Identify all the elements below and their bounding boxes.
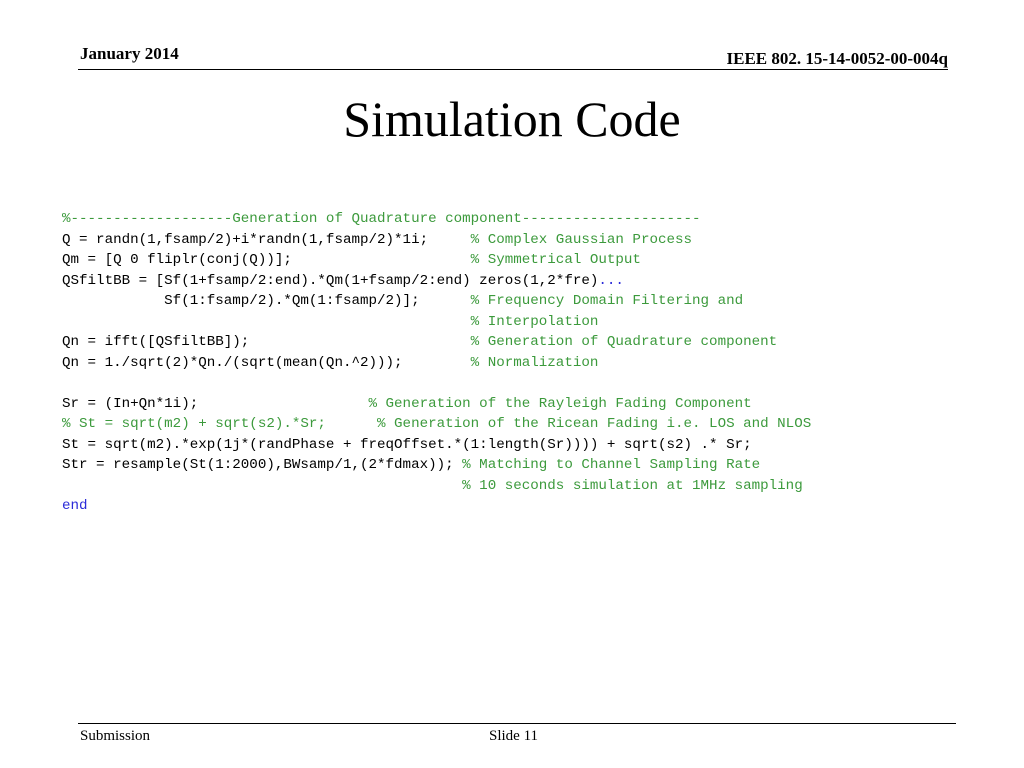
code-comment: %-------------------Generation of Quadra… <box>62 211 701 227</box>
code-text: Q = randn(1,fsamp/2)+i*randn(1,fsamp/2)*… <box>62 231 471 248</box>
code-comment: % Generation of Quadrature component <box>470 334 778 350</box>
code-line-8: Qn = 1./sqrt(2)*Qn./(sqrt(mean(Qn.^2)));… <box>62 353 811 374</box>
code-line-10: Sr = (In+Qn*1i); % Generation of the Ray… <box>62 394 811 415</box>
code-comment: % 10 seconds simulation at 1MHz sampling <box>462 477 803 494</box>
code-line-3: Qm = [Q 0 fliplr(conj(Q))]; % Symmetrica… <box>62 250 811 271</box>
code-text: Qn = ifft([QSfiltBB]); <box>62 334 471 350</box>
code-comment: % Symmetrical Output <box>470 252 641 268</box>
code-comment: % Generation of the Rayleigh Fading Comp… <box>368 395 752 412</box>
code-text: Sf(1:fsamp/2).*Qm(1:fsamp/2)]; <box>62 293 471 309</box>
code-text: Sr = (In+Qn*1i); <box>62 395 369 412</box>
footer-rule <box>78 723 956 724</box>
code-comment: % Normalization <box>470 354 599 371</box>
code-text: St = sqrt(m2).*exp(1j*(randPhase + freqO… <box>62 436 752 453</box>
code-comment: % Matching to Channel Sampling Rate <box>462 457 761 473</box>
code-line-2: Q = randn(1,fsamp/2)+i*randn(1,fsamp/2)*… <box>62 230 811 251</box>
code-line-13: Str = resample(St(1:2000),BWsamp/1,(2*fd… <box>62 455 811 476</box>
code-block: %-------------------Generation of Quadra… <box>62 209 811 517</box>
code-line-9-blank <box>62 373 811 394</box>
header-rule <box>78 69 948 70</box>
code-line-14: % 10 seconds simulation at 1MHz sampling <box>62 476 811 497</box>
header-date: January 2014 <box>80 44 179 63</box>
slide-title: Simulation Code <box>343 91 681 147</box>
code-comment: % Complex Gaussian Process <box>470 231 693 248</box>
code-line-6: % Interpolation <box>62 312 811 333</box>
code-line-5: Sf(1:fsamp/2).*Qm(1:fsamp/2)]; % Frequen… <box>62 291 811 312</box>
code-line-15: end <box>62 496 811 517</box>
code-line-4: QSfiltBB = [Sf(1+fsamp/2:end).*Qm(1+fsam… <box>62 271 811 292</box>
code-line-1: %-------------------Generation of Quadra… <box>62 209 811 230</box>
code-text: Str = resample(St(1:2000),BWsamp/1,(2*fd… <box>62 457 463 473</box>
code-comment: % Generation of the Ricean Fading i.e. L… <box>377 416 812 432</box>
code-continuation: ... <box>598 272 624 289</box>
code-comment: % Interpolation <box>470 313 599 330</box>
code-text: Qm = [Q 0 fliplr(conj(Q))]; <box>62 252 471 268</box>
code-line-7: Qn = ifft([QSfiltBB]); % Generation of Q… <box>62 332 811 353</box>
code-comment: % St = sqrt(m2) + sqrt(s2).*Sr; <box>62 416 378 432</box>
footer-submission: Submission <box>80 728 151 744</box>
header-doc-id: IEEE 802. 15-14-0052-00-004q <box>726 49 948 68</box>
footer-slide-number: Slide 11 <box>489 728 539 744</box>
code-comment: % Frequency Domain Filtering and <box>470 293 744 309</box>
code-keyword: end <box>62 498 88 514</box>
code-line-12: St = sqrt(m2).*exp(1j*(randPhase + freqO… <box>62 435 811 456</box>
code-text: Qn = 1./sqrt(2)*Qn./(sqrt(mean(Qn.^2))); <box>62 354 471 371</box>
code-line-11: % St = sqrt(m2) + sqrt(s2).*Sr; % Genera… <box>62 414 811 435</box>
code-text: QSfiltBB = [Sf(1+fsamp/2:end).*Qm(1+fsam… <box>62 272 599 289</box>
